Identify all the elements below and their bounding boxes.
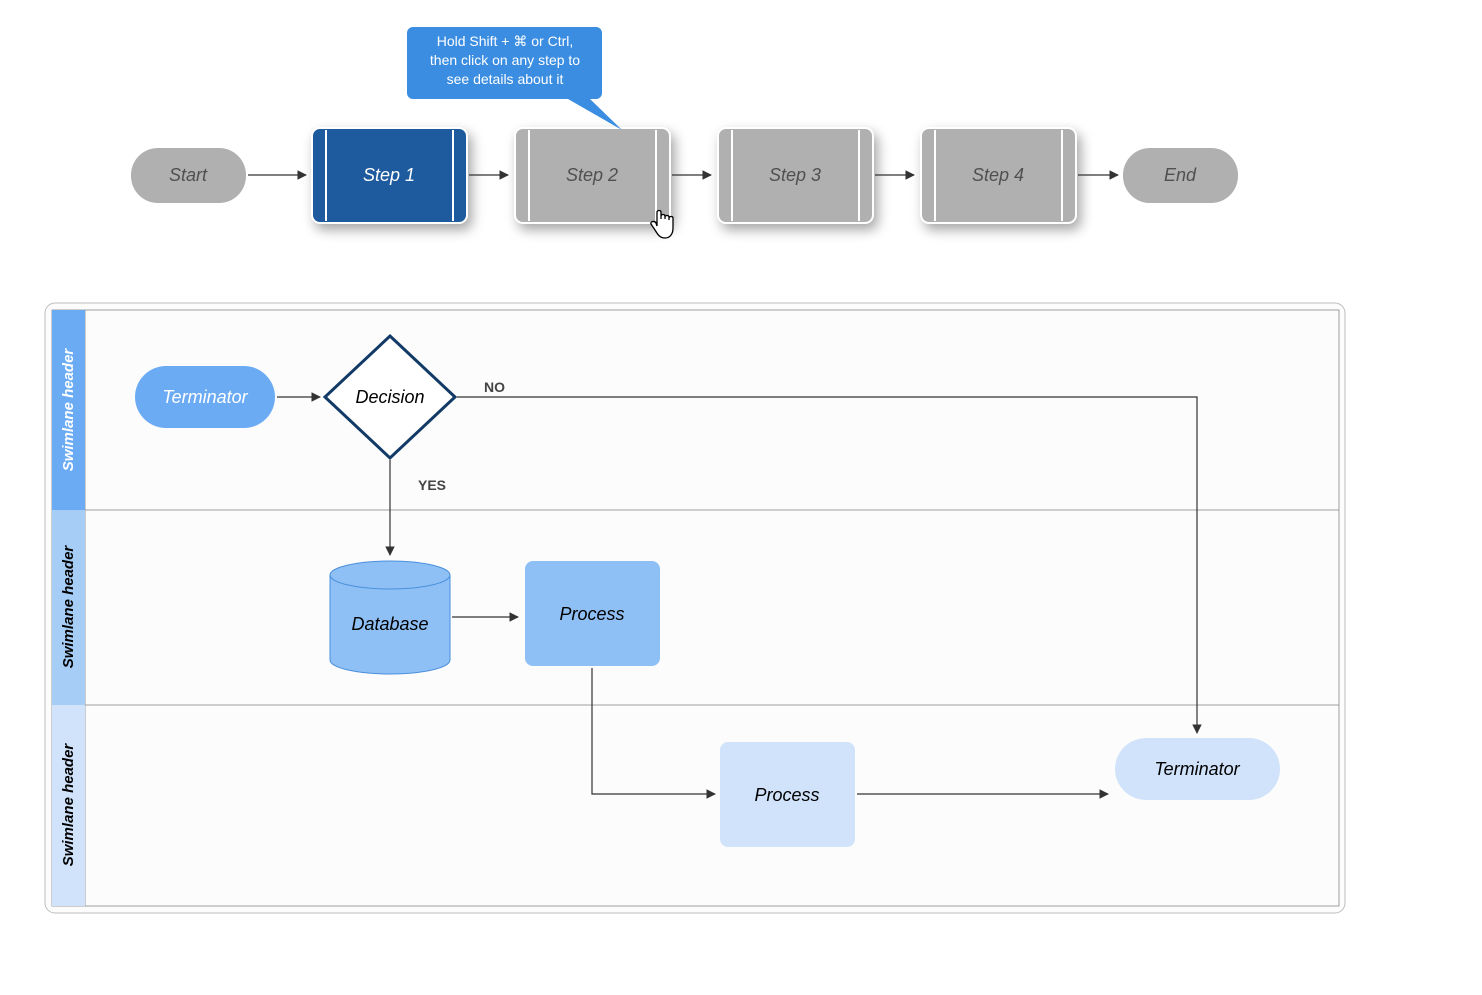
terminator-start-node[interactable]: Terminator: [135, 366, 275, 428]
step-4-label: Step 4: [972, 165, 1024, 185]
terminator-end-node[interactable]: Terminator: [1115, 738, 1280, 800]
step-2[interactable]: Step 2: [515, 128, 670, 223]
step-2-label: Step 2: [566, 165, 618, 185]
step-3[interactable]: Step 3: [718, 128, 873, 223]
step-4[interactable]: Step 4: [921, 128, 1076, 223]
end-terminator[interactable]: End: [1123, 148, 1238, 203]
edge-yes-label: YES: [418, 477, 446, 493]
tooltip-line1: Hold Shift + ⌘ or Ctrl,: [437, 33, 574, 49]
process-2-label: Process: [754, 785, 819, 805]
process-2-node[interactable]: Process: [720, 742, 855, 847]
start-label: Start: [169, 165, 208, 185]
terminator-end-label: Terminator: [1154, 759, 1240, 779]
terminator-start-label: Terminator: [162, 387, 248, 407]
lane-header-3-label: Swimlane header: [60, 743, 77, 867]
top-flow: Start Step 1 Step 2 Step 3: [131, 27, 1238, 238]
end-label: End: [1164, 165, 1197, 185]
database-label: Database: [351, 614, 428, 634]
tooltip-line2: then click on any step to: [430, 52, 580, 68]
step-1-label: Step 1: [363, 165, 415, 185]
tooltip-bubble: Hold Shift + ⌘ or Ctrl, then click on an…: [407, 27, 622, 130]
process-1-node[interactable]: Process: [525, 561, 660, 666]
step-3-label: Step 3: [769, 165, 821, 185]
tooltip-line3: see details about it: [447, 71, 564, 87]
database-node[interactable]: Database: [330, 561, 450, 674]
process-1-label: Process: [559, 604, 624, 624]
lane-header-2-label: Swimlane header: [60, 545, 77, 669]
lane-header-1-label: Swimlane header: [60, 348, 77, 472]
start-terminator[interactable]: Start: [131, 148, 246, 203]
decision-label: Decision: [355, 387, 424, 407]
swimlane-diagram: Swimlane header Swimlane header Swimlane…: [45, 303, 1345, 913]
edge-no-label: NO: [484, 379, 505, 395]
step-1[interactable]: Step 1: [312, 128, 467, 223]
